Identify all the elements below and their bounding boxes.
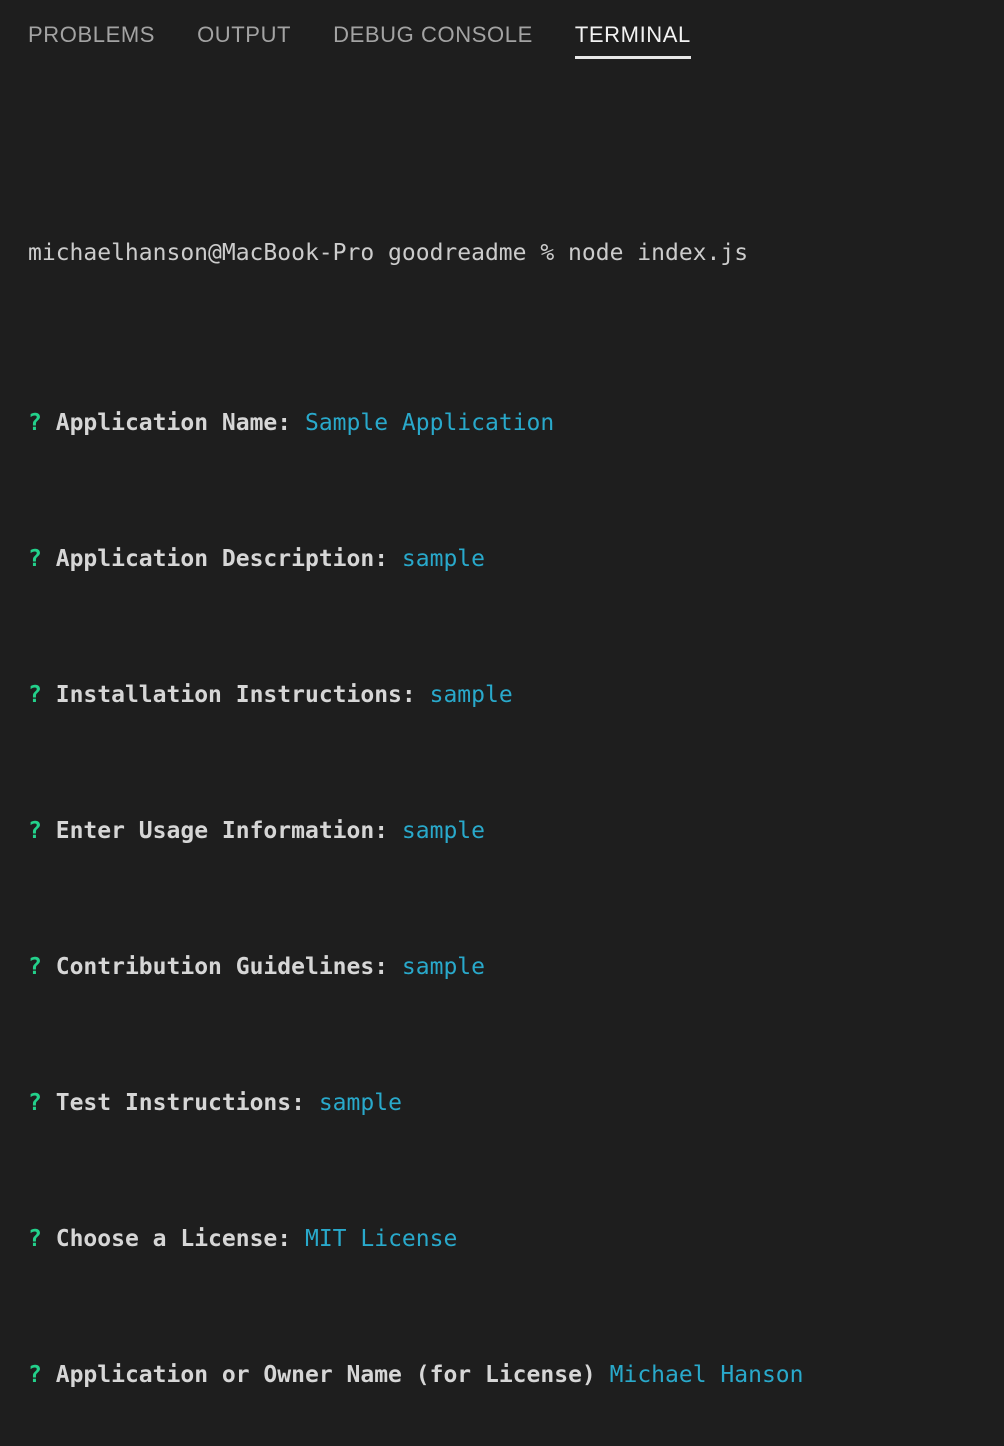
prompt-question: Application or Owner Name (for License) <box>55 1362 596 1388</box>
terminal-panel: PROBLEMS OUTPUT DEBUG CONSOLE TERMINAL m… <box>0 0 1004 1388</box>
tab-problems[interactable]: PROBLEMS <box>28 22 155 62</box>
prompt-question: Test Instructions: <box>55 1090 305 1116</box>
prompt-marker-icon: ? <box>28 682 42 708</box>
prompt-marker-icon: ? <box>28 410 42 436</box>
prompt-question: Choose a License: <box>55 1226 292 1252</box>
prompt-question: Application Description: <box>55 546 389 572</box>
tab-debug-console[interactable]: DEBUG CONSOLE <box>333 22 533 62</box>
tab-debug-console-label: DEBUG CONSOLE <box>333 22 533 47</box>
terminal-command-line: michaelhanson@MacBook-Pro goodreadme % n… <box>28 236 1004 270</box>
prompt-line-owner-name: ? Application or Owner Name (for License… <box>28 1358 1004 1392</box>
prompt-answer: Sample Application <box>304 410 555 436</box>
prompt-answer: MIT License <box>304 1226 458 1252</box>
prompt-line-choose-license: ? Choose a License: MIT License <box>28 1222 1004 1256</box>
prompt-line-application-name: ? Application Name: Sample Application <box>28 406 1004 440</box>
shell-prompt: michaelhanson@MacBook-Pro goodreadme % <box>28 240 569 266</box>
panel-tab-bar: PROBLEMS OUTPUT DEBUG CONSOLE TERMINAL <box>0 0 1004 68</box>
prompt-line-installation-instructions: ? Installation Instructions: sample <box>28 678 1004 712</box>
prompt-answer: sample <box>401 546 486 572</box>
shell-command: node index.js <box>568 240 749 266</box>
tab-terminal-label: TERMINAL <box>574 22 691 47</box>
prompt-question: Installation Instructions: <box>55 682 416 708</box>
tab-problems-label: PROBLEMS <box>28 22 156 47</box>
prompt-marker-icon: ? <box>28 818 42 844</box>
tab-output[interactable]: OUTPUT <box>197 22 291 62</box>
prompt-line-usage-information: ? Enter Usage Information: sample <box>28 814 1004 848</box>
prompt-answer: sample <box>318 1090 402 1116</box>
prompt-marker-icon: ? <box>28 954 42 980</box>
prompt-question: Contribution Guidelines: <box>55 954 389 980</box>
prompt-marker-icon: ? <box>28 546 42 572</box>
prompt-answer: sample <box>401 818 486 844</box>
tab-terminal[interactable]: TERMINAL <box>574 22 691 62</box>
prompt-line-test-instructions: ? Test Instructions: sample <box>28 1086 1004 1120</box>
terminal-output[interactable]: michaelhanson@MacBook-Pro goodreadme % n… <box>0 68 1004 1446</box>
prompt-question: Application Name: <box>55 410 292 436</box>
prompt-marker-icon: ? <box>28 1226 42 1252</box>
tab-output-label: OUTPUT <box>197 22 292 47</box>
prompt-line-contribution-guidelines: ? Contribution Guidelines: sample <box>28 950 1004 984</box>
tab-terminal-underline <box>574 56 691 59</box>
prompt-marker-icon: ? <box>28 1362 42 1388</box>
prompt-line-application-description: ? Application Description: sample <box>28 542 1004 576</box>
prompt-answer: Michael Hanson <box>609 1362 804 1388</box>
prompt-answer: sample <box>401 954 486 980</box>
prompt-question: Enter Usage Information: <box>55 818 389 844</box>
prompt-answer: sample <box>429 682 513 708</box>
prompt-marker-icon: ? <box>28 1090 42 1116</box>
